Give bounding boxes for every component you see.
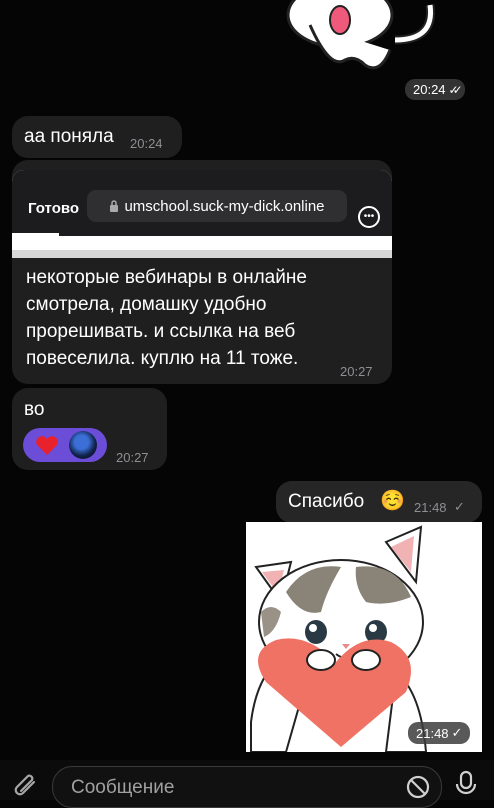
done-button[interactable]: Готово <box>28 200 79 217</box>
sticker-cat-top[interactable] <box>270 0 450 80</box>
message-incoming[interactable]: во 20:27 <box>12 388 167 470</box>
sticker-top-time: 20:24 ✓✓ <box>405 79 465 100</box>
smile-emoji: ☺️ <box>380 490 405 512</box>
text-line: повеселила. куплю на 11 тоже. <box>26 348 299 369</box>
text-line: некоторые вебинары в онлайне <box>26 267 307 288</box>
screenshot-image[interactable]: Готово umschool.suck-my-dick.online ••• <box>12 170 392 258</box>
more-icon[interactable]: ••• <box>358 206 380 228</box>
page-bar <box>12 250 392 258</box>
message-text: некоторые вебинары в онлайне смотрела, д… <box>26 264 386 372</box>
avatar <box>69 431 97 459</box>
message-incoming-media[interactable]: Готово umschool.suck-my-dick.online ••• … <box>12 160 392 384</box>
message-input[interactable]: Сообщение <box>52 766 442 808</box>
time-label: 20:24 <box>413 82 446 97</box>
heart-icon <box>36 436 58 455</box>
message-time: 20:27 <box>340 364 373 379</box>
browser-toolbar: Готово umschool.suck-my-dick.online ••• <box>12 170 392 236</box>
tab-indicator <box>12 233 59 236</box>
message-text: Спасибо <box>288 491 365 512</box>
attach-icon[interactable] <box>14 772 40 800</box>
message-time: 20:27 <box>116 450 149 465</box>
message-text: аа поняла <box>24 126 114 147</box>
sent-check-icon: ✓ <box>451 725 463 740</box>
lock-icon <box>110 200 119 212</box>
message-time: 21:48 <box>414 500 447 515</box>
message-time: 20:24 <box>130 136 163 151</box>
sent-check-icon: ✓ <box>454 499 465 514</box>
message-outgoing[interactable]: Спасибо ☺️ 21:48 ✓ <box>276 481 482 523</box>
time-label: 21:48 <box>416 725 449 741</box>
address-bar[interactable]: umschool.suck-my-dick.online <box>87 190 347 222</box>
message-text: во <box>24 399 45 420</box>
message-incoming[interactable]: аа поняла 20:24 <box>12 116 182 158</box>
input-bar: Сообщение <box>0 760 494 808</box>
text-line: прорешивать. и ссылка на веб <box>26 321 296 342</box>
read-check-icon: ✓✓ <box>448 82 463 97</box>
reaction-chip[interactable] <box>23 428 107 462</box>
sticker-cat-heart[interactable] <box>246 522 482 753</box>
input-placeholder: Сообщение <box>71 777 175 798</box>
sticker-icon[interactable] <box>405 774 431 800</box>
mic-icon[interactable] <box>454 770 478 800</box>
sticker-bottom-time: 21:48 ✓ <box>408 722 471 744</box>
text-line: смотрела, домашку удобно <box>26 294 267 315</box>
url-text: umschool.suck-my-dick.online <box>124 197 325 215</box>
